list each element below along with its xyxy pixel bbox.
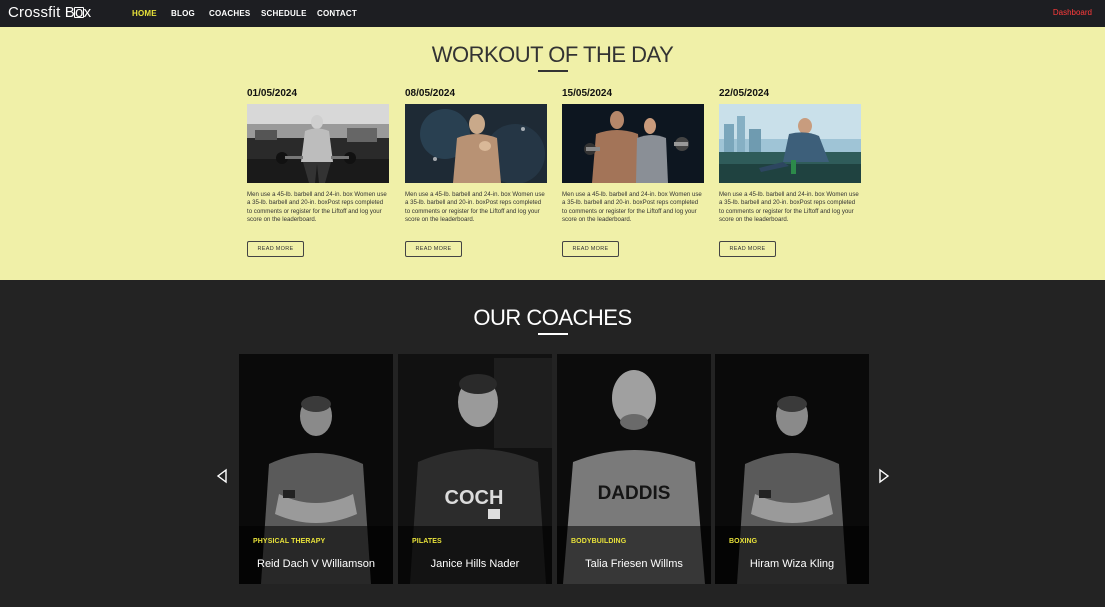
navbar: Crossfit Bo x HOME BLOG COACHES SCHEDULE … xyxy=(0,0,1105,27)
logo-box-icon xyxy=(74,7,85,18)
wod-heading: WORKOUT OF THE DAY xyxy=(431,42,674,67)
coaches-heading: OUR COACHES xyxy=(473,305,632,330)
nav-home-link[interactable]: HOME xyxy=(132,9,157,18)
logo-box-glyph: o xyxy=(74,4,85,21)
coach-specialty: PHYSICAL THERAPY xyxy=(253,538,326,545)
read-more-button[interactable]: READ MORE xyxy=(562,241,619,257)
wod-heading-underline xyxy=(538,70,568,72)
wod-card: 01/05/2024 Men use a 45-lb. barbell and … xyxy=(247,88,389,257)
coach-name: Hiram Wiza Kling xyxy=(749,558,835,570)
coach-card-overlay xyxy=(557,526,711,584)
wod-card-date: 22/05/2024 xyxy=(719,88,770,99)
wod-card: 22/05/2024 Men use a 45-lb. barbell and … xyxy=(719,88,861,257)
coach-specialty: BOXING xyxy=(729,538,758,545)
read-more-button[interactable]: READ MORE xyxy=(247,241,304,257)
nav-blog-link[interactable]: BLOG xyxy=(171,9,195,18)
coach-card-overlay xyxy=(715,526,869,584)
coach-name: Janice Hills Nader xyxy=(430,558,520,570)
wod-card-image-gym-woman xyxy=(247,104,389,183)
coach-card[interactable]: COCH PILATES Janice Hills Nader xyxy=(398,354,552,584)
wod-card-description: Men use a 45-lb. barbell and 24-in. box … xyxy=(562,191,702,224)
coach-card[interactable]: BOXING Hiram Wiza Kling xyxy=(715,354,869,584)
chevron-left-icon[interactable] xyxy=(215,468,229,484)
wod-card-description: Men use a 45-lb. barbell and 24-in. box … xyxy=(719,191,859,224)
wod-card-image-man-stretching xyxy=(719,104,861,183)
read-more-button[interactable]: READ MORE xyxy=(405,241,462,257)
nav-coaches-link[interactable]: COACHES xyxy=(209,9,250,18)
site-logo[interactable]: Crossfit Bo x xyxy=(8,4,91,21)
coach-card-overlay xyxy=(398,526,552,584)
wod-card-date: 08/05/2024 xyxy=(405,88,456,99)
nav-contact-link[interactable]: CONTACT xyxy=(317,9,357,18)
coach-specialty: PILATES xyxy=(412,538,442,545)
logo-text-prefix: Crossfit B xyxy=(8,4,76,21)
shirt-text-daddis: DADDIS xyxy=(598,483,671,504)
wod-card: 08/05/2024 Men use a 45-lb. barbell and … xyxy=(405,88,547,257)
wod-card-image-man-shirtless xyxy=(405,104,547,183)
wod-card-date: 15/05/2024 xyxy=(562,88,613,99)
wod-card: 15/05/2024 Men use a 45-lb. barbell and … xyxy=(562,88,704,257)
wod-card-image-couple-dumbbells xyxy=(562,104,704,183)
read-more-button[interactable]: READ MORE xyxy=(719,241,776,257)
coach-name: Talia Friesen Willms xyxy=(585,558,683,570)
wod-card-date: 01/05/2024 xyxy=(247,88,298,99)
coach-card[interactable]: PHYSICAL THERAPY Reid Dach V Williamson xyxy=(239,354,393,584)
coach-card-overlay xyxy=(239,526,393,584)
coach-specialty: BODYBUILDING xyxy=(571,538,627,545)
coach-card[interactable]: DADDIS BODYBUILDING Talia Friesen Willms xyxy=(557,354,711,584)
nav-schedule-link[interactable]: SCHEDULE xyxy=(261,9,307,18)
wod-card-description: Men use a 45-lb. barbell and 24-in. box … xyxy=(405,191,545,224)
shirt-text-coch: COCH xyxy=(445,487,504,509)
dashboard-link[interactable]: Dashboard xyxy=(1053,8,1092,17)
wod-card-description: Men use a 45-lb. barbell and 24-in. box … xyxy=(247,191,387,224)
coach-name: Reid Dach V Williamson xyxy=(257,558,375,570)
logo-text-suffix: x xyxy=(83,4,92,21)
chevron-right-icon[interactable] xyxy=(877,468,891,484)
coaches-heading-underline xyxy=(538,333,568,335)
workout-of-the-day-section: WORKOUT OF THE DAY 01/05/2024 Men use a … xyxy=(0,27,1105,280)
